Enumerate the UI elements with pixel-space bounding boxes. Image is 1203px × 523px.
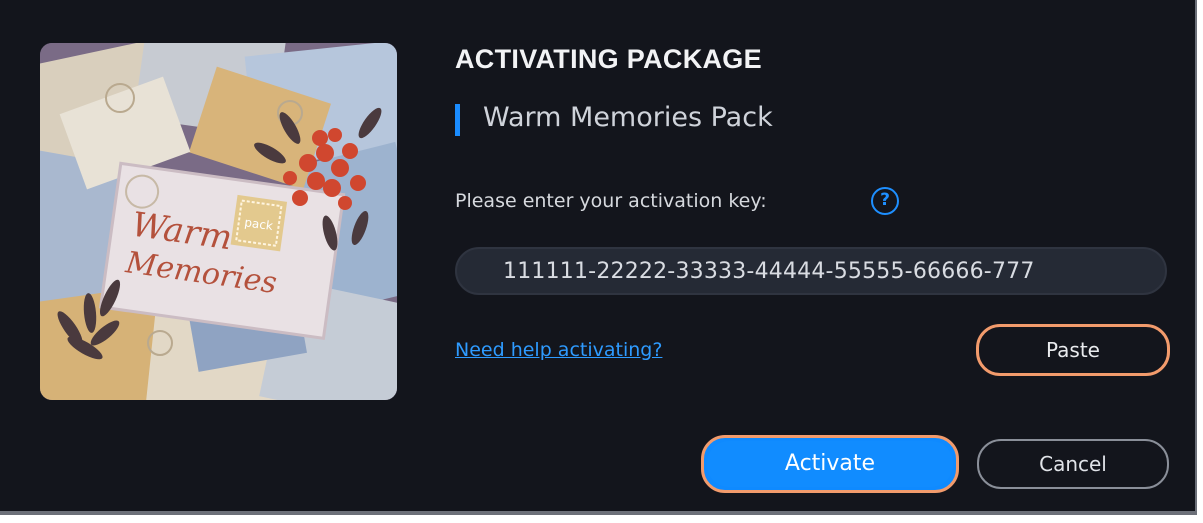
activate-button[interactable]: Activate	[701, 435, 959, 493]
cancel-button[interactable]: Cancel	[977, 439, 1169, 489]
question-circle-icon[interactable]: ?	[871, 187, 899, 215]
activation-key-field[interactable]	[455, 247, 1167, 295]
activation-dialog: pack Warm Memories ACTIVATING PACKAGE Wa…	[0, 0, 1197, 515]
warm-memories-illustration: pack Warm Memories	[40, 43, 397, 400]
dialog-title: ACTIVATING PACKAGE	[455, 44, 762, 74]
package-artwork: pack Warm Memories	[40, 43, 397, 400]
package-name: Warm Memories Pack	[483, 102, 773, 133]
need-help-link[interactable]: Need help activating?	[455, 339, 662, 361]
subtitle-accent-bar	[455, 104, 460, 136]
activate-button-label: Activate	[784, 451, 876, 476]
paste-button[interactable]: Paste	[976, 324, 1170, 376]
activation-key-input[interactable]	[457, 249, 1165, 293]
activation-key-prompt: Please enter your activation key:	[455, 190, 767, 212]
